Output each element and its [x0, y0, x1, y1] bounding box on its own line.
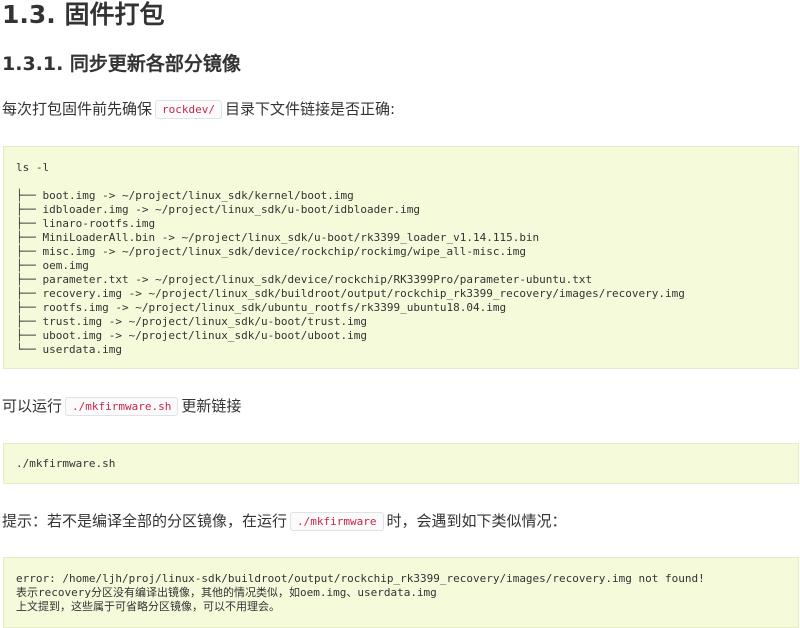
intro-text-before: 每次打包固件前先确保 — [2, 100, 153, 118]
code-line: ├── boot.img -> ~/project/linux_sdk/kern… — [16, 189, 354, 202]
code-line: ls -l — [16, 161, 50, 174]
code-line: ├── MiniLoaderAll.bin -> ~/project/linux… — [16, 231, 540, 244]
code-line: ├── parameter.txt -> ~/project/linux_sdk… — [16, 273, 593, 286]
code-line: 表示recovery分区没有编译出镜像，其他的情况类似，如oem.img、use… — [16, 586, 437, 599]
code-line: ├── recovery.img -> ~/project/linux_sdk/… — [16, 287, 685, 300]
code-line: ├── uboot.img -> ~/project/linux_sdk/u-b… — [16, 329, 367, 342]
code-line: ./mkfirmware.sh — [16, 457, 116, 470]
command-code-block: ./mkfirmware.sh — [3, 443, 799, 484]
code-line: ├── idbloader.img -> ~/project/linux_sdk… — [16, 203, 420, 216]
tip-text-before: 提示：若不是编译全部的分区镜像，在运行 — [2, 512, 288, 530]
error-output-block: error: /home/ljh/proj/linux-sdk/buildroo… — [3, 557, 799, 628]
code-line: ├── linaro-rootfs.img — [16, 217, 156, 230]
tip-paragraph: 提示：若不是编译全部的分区镜像，在运行 ./mkfirmware 时，会遇到如下类似… — [2, 510, 567, 534]
run-note-text-before: 可以运行 — [2, 397, 63, 415]
code-line: ├── oem.img — [16, 259, 89, 272]
tip-text-after: 时，会遇到如下类似情况： — [386, 512, 567, 530]
code-line: 上文提到，这些属于可省略分区镜像，可以不用理会。 — [16, 600, 280, 613]
inline-code-mkfirmware-sh: ./mkfirmware.sh — [65, 397, 179, 416]
code-line: ├── trust.img -> ~/project/linux_sdk/u-b… — [16, 315, 367, 328]
document-page: 1.3. 固件打包 1.3.1. 同步更新各部分镜像 每次打包固件前先确保 roc… — [0, 0, 800, 628]
run-note-text-after: 更新链接 — [181, 397, 242, 415]
intro-paragraph: 每次打包固件前先确保 rockdev/目录下文件链接是否正确: — [2, 98, 395, 122]
section-heading: 1.3. 固件打包 — [2, 0, 165, 29]
code-line: ├── misc.img -> ~/project/linux_sdk/devi… — [16, 245, 526, 258]
inline-code-mkfirmware: ./mkfirmware — [290, 512, 384, 531]
code-line: └── userdata.img — [16, 343, 122, 356]
intro-text-after: 目录下文件链接是否正确: — [225, 100, 396, 118]
run-note-paragraph: 可以运行 ./mkfirmware.sh 更新链接 — [2, 395, 241, 419]
inline-code-rockdev: rockdev/ — [155, 100, 222, 119]
code-line: ├── rootfs.img -> ~/project/linux_sdk/ub… — [16, 301, 507, 314]
subsection-heading: 1.3.1. 同步更新各部分镜像 — [2, 53, 241, 75]
listing-code-block: ls -l ├── boot.img -> ~/project/linux_sdk… — [3, 146, 799, 369]
code-line: error: /home/ljh/proj/linux-sdk/buildroo… — [16, 572, 705, 585]
